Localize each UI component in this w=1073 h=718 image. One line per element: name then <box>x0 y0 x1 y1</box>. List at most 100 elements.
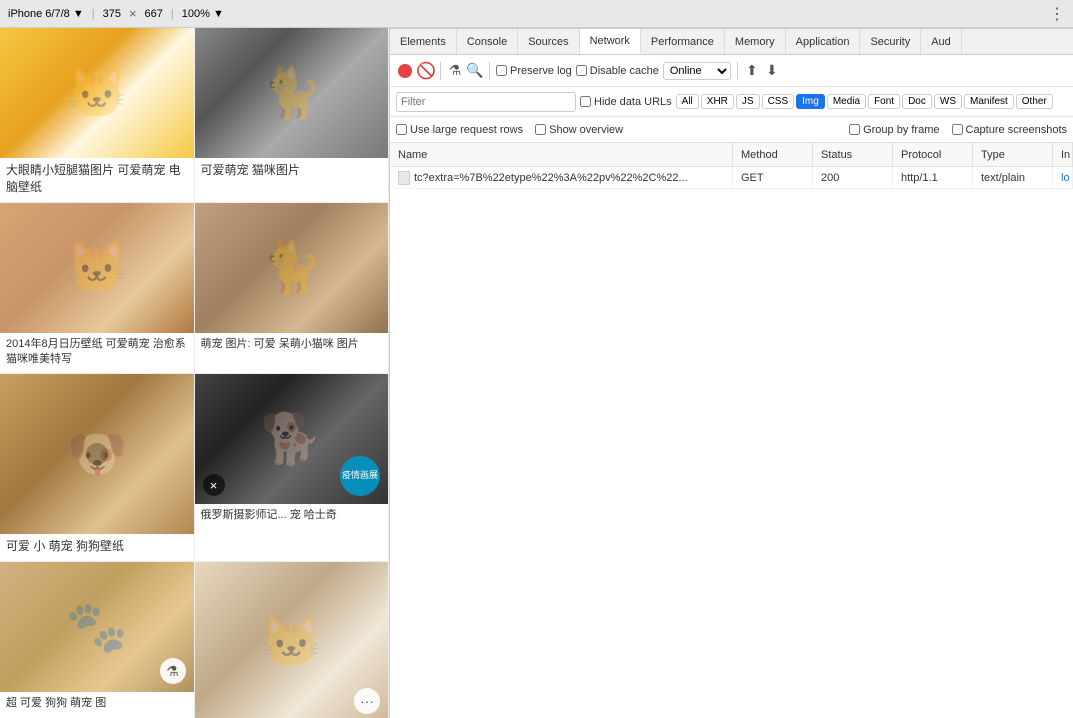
viewport-height: 667 <box>145 8 163 20</box>
th-type: Type <box>973 143 1053 166</box>
tab-memory[interactable]: Memory <box>725 29 786 54</box>
filter-all[interactable]: All <box>676 94 699 109</box>
image-caption: 2014年8月日历壁纸 可爱萌宠 治愈系猫咪唯美特写 <box>0 333 194 374</box>
show-overview-checkbox[interactable]: Show overview <box>535 124 623 136</box>
filter-media[interactable]: Media <box>827 94 866 109</box>
file-icon <box>398 171 410 185</box>
capture-screenshots-input[interactable] <box>952 124 963 135</box>
filter-js[interactable]: JS <box>736 94 760 109</box>
search-button[interactable]: 🔍 <box>467 63 483 79</box>
filter-font[interactable]: Font <box>868 94 900 109</box>
image-caption: 大眼睛小短腿猫图片 可爱萌宠 电脑壁纸 <box>0 158 194 202</box>
record-button[interactable] <box>396 62 414 80</box>
tab-console[interactable]: Console <box>457 29 518 54</box>
filter-manifest[interactable]: Manifest <box>964 94 1014 109</box>
large-rows-checkbox[interactable]: Use large request rows <box>396 124 523 136</box>
upload-icon[interactable]: ⬆ <box>744 63 760 79</box>
large-rows-label: Use large request rows <box>410 124 523 136</box>
throttle-select[interactable]: Online Fast 3G Slow 3G Offline <box>663 62 731 80</box>
list-item[interactable]: 🐈 萌宠 图片: 可爱 呆萌小猫咪 图片 <box>195 203 390 375</box>
filter-input[interactable] <box>396 92 576 112</box>
tab-application[interactable]: Application <box>786 29 861 54</box>
hide-data-urls-input[interactable] <box>580 96 591 107</box>
table-row[interactable]: tc?extra=%7B%22etype%22%3A%22pv%22%2C%22… <box>390 167 1073 189</box>
td-method: GET <box>733 167 813 188</box>
filter-bar: Hide data URLs All XHR JS CSS Img Media … <box>390 87 1073 117</box>
tab-security[interactable]: Security <box>860 29 921 54</box>
td-status: 200 <box>813 167 893 188</box>
large-rows-input[interactable] <box>396 124 407 135</box>
list-item[interactable]: 🐶 可爱 小 萌宠 狗狗壁纸 <box>0 374 195 562</box>
more-icon[interactable]: ··· <box>354 688 380 714</box>
device-selector[interactable]: iPhone 6/7/8 ▼ <box>8 8 84 20</box>
image-caption: 俄罗斯摄影师记... 宠 哈士奇 <box>195 504 389 529</box>
disable-cache-input[interactable] <box>576 65 587 76</box>
disable-cache-checkbox[interactable]: Disable cache <box>576 65 659 77</box>
list-item[interactable]: 🐱 ··· <box>195 562 390 718</box>
filter-icon[interactable]: ⚗ <box>160 658 186 684</box>
capture-screenshots-label: Capture screenshots <box>966 124 1068 136</box>
request-name: tc?extra=%7B%22etype%22%3A%22pv%22%2C%22… <box>414 172 688 184</box>
close-icon[interactable]: × <box>129 6 137 21</box>
tab-elements[interactable]: Elements <box>390 29 457 54</box>
th-initiator: In <box>1053 143 1073 166</box>
capture-screenshots-checkbox[interactable]: Capture screenshots <box>952 124 1068 136</box>
td-protocol: http/1.1 <box>893 167 973 188</box>
show-overview-input[interactable] <box>535 124 546 135</box>
hide-data-urls-checkbox[interactable]: Hide data URLs <box>580 96 672 108</box>
browser-bar: iPhone 6/7/8 ▼ | 375 × 667 | 100% ▼ ⋮ <box>0 0 1073 28</box>
left-options: Use large request rows Show overview <box>396 124 837 136</box>
image-block: 🐶 <box>0 374 194 534</box>
toolbar-separator <box>440 62 441 80</box>
group-by-frame-input[interactable] <box>849 124 860 135</box>
image-block: 🐈 <box>195 203 389 333</box>
list-item[interactable]: 🐾 ⚗ 超 可爱 狗狗 萌宠 图 <box>0 562 195 718</box>
td-initiator: lo <box>1053 167 1073 188</box>
filter-other[interactable]: Other <box>1016 94 1053 109</box>
list-item[interactable]: 🐈 可爱萌宠 猫咪图片 <box>195 28 390 203</box>
filter-button[interactable]: ⚗ <box>447 63 463 79</box>
image-caption: 可爱萌宠 猫咪图片 <box>195 158 389 185</box>
group-by-frame-label: Group by frame <box>863 124 939 136</box>
viewport-width: 375 <box>103 8 121 20</box>
filter-img[interactable]: Img <box>796 94 825 109</box>
filter-xhr[interactable]: XHR <box>701 94 734 109</box>
dot-indicator <box>86 443 108 465</box>
group-by-frame-checkbox[interactable]: Group by frame <box>849 124 939 136</box>
browser-bar-sep2: | <box>171 8 174 20</box>
filter-type-buttons: All XHR JS CSS Img Media Font Doc WS Man… <box>676 94 1053 109</box>
preserve-log-label: Preserve log <box>510 65 572 77</box>
tab-network[interactable]: Network <box>580 29 641 54</box>
toolbar-separator2 <box>489 62 490 80</box>
preserve-log-checkbox[interactable]: Preserve log <box>496 65 572 77</box>
image-block: 🐱 <box>0 203 194 333</box>
th-method: Method <box>733 143 813 166</box>
tab-sources[interactable]: Sources <box>518 29 579 54</box>
list-item[interactable]: 🐱 2014年8月日历壁纸 可爱萌宠 治愈系猫咪唯美特写 <box>0 203 195 375</box>
devtools-tab-bar: Elements Console Sources Network Perform… <box>390 29 1073 55</box>
devtools-menu-icon[interactable]: ⋮ <box>1049 4 1065 24</box>
tab-performance[interactable]: Performance <box>641 29 725 54</box>
close-icon[interactable]: × <box>203 474 225 496</box>
image-block: 🐈 <box>195 28 389 158</box>
image-caption: 萌宠 图片: 可爱 呆萌小猫咪 图片 <box>195 333 389 358</box>
preserve-log-input[interactable] <box>496 65 507 76</box>
record-icon <box>398 64 412 78</box>
list-item[interactable]: 🐕 疫情画展 × 俄罗斯摄影师记... 宠 哈士奇 <box>195 374 390 562</box>
filter-css[interactable]: CSS <box>762 94 795 109</box>
image-block: 🐕 疫情画展 × <box>195 374 389 504</box>
download-icon[interactable]: ⬇ <box>764 63 780 79</box>
toolbar-separator3 <box>737 62 738 80</box>
clear-button[interactable]: 🚫 <box>418 63 434 79</box>
td-type: text/plain <box>973 167 1053 188</box>
filter-doc[interactable]: Doc <box>902 94 932 109</box>
zoom-selector[interactable]: 100% ▼ <box>182 8 224 20</box>
options-row: Use large request rows Show overview Gro… <box>390 117 1073 143</box>
td-name: tc?extra=%7B%22etype%22%3A%22pv%22%2C%22… <box>390 167 733 188</box>
image-caption: 可爱 小 萌宠 狗狗壁纸 <box>0 534 194 561</box>
list-item[interactable]: 🐱 大眼睛小短腿猫图片 可爱萌宠 电脑壁纸 <box>0 28 195 203</box>
filter-ws[interactable]: WS <box>934 94 962 109</box>
image-block: 🐱 ··· <box>195 562 389 718</box>
image-caption: 超 可爱 狗狗 萌宠 图 <box>0 692 194 717</box>
tab-audits[interactable]: Aud <box>921 29 962 54</box>
